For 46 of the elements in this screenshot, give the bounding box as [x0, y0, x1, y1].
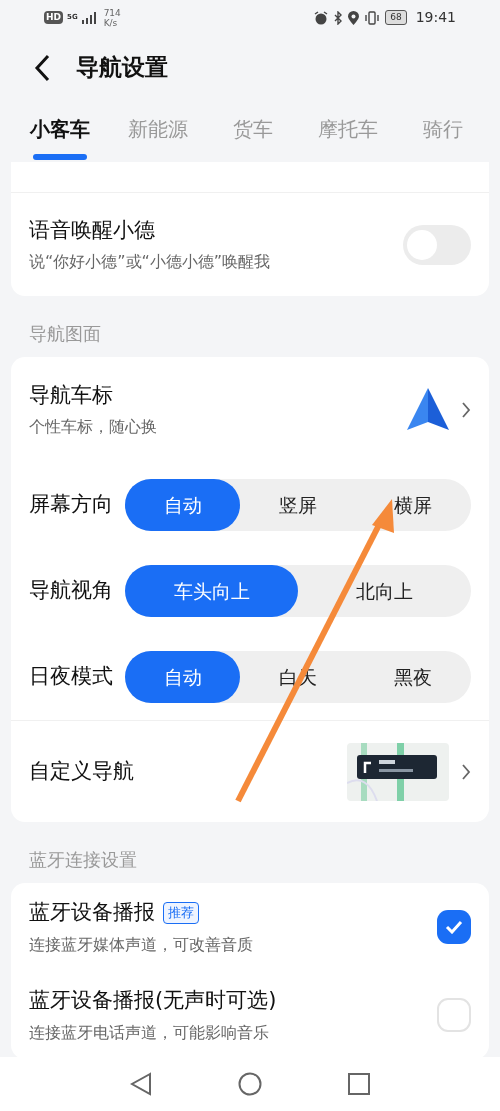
segment-option[interactable]: 横屏: [355, 479, 471, 531]
setting-title: 导航视角: [29, 577, 113, 605]
checkbox[interactable]: [437, 910, 471, 944]
setting-title: 蓝牙设备播报: [29, 899, 155, 927]
segment-option[interactable]: 车头向上: [125, 565, 298, 617]
setting-title: 导航车标: [29, 381, 114, 409]
settings-row[interactable]: 导航车标 个性车标，随心换: [11, 357, 489, 462]
clock-time: 19:41: [415, 8, 456, 27]
segment-option[interactable]: 黑夜: [355, 651, 471, 703]
recents-nav-icon[interactable]: [348, 1073, 370, 1095]
speed-value: 714: [103, 7, 121, 18]
setting-subtitle: 说“你好小德”或“小德小德”唤醒我: [29, 251, 271, 274]
setting-title: 日夜模式: [29, 663, 113, 691]
chevron-right-icon: [461, 762, 471, 781]
segment-option[interactable]: 北向上: [298, 565, 471, 617]
segment-option[interactable]: 自动: [125, 651, 241, 703]
home-nav-icon[interactable]: [238, 1072, 262, 1096]
setting-subtitle: 连接蓝牙媒体声道，可改善音质: [29, 933, 253, 956]
section-label: 导航图面: [28, 322, 102, 346]
setting-title: 语音唤醒小德: [29, 216, 156, 244]
vehicle-tab[interactable]: 小客车: [30, 114, 90, 160]
chevron-right-icon: [461, 400, 471, 419]
settings-row[interactable]: 自定义导航: [11, 720, 489, 822]
checkbox[interactable]: [437, 998, 471, 1032]
setting-subtitle: 连接蓝牙电话声道，可能影响音乐: [29, 1021, 270, 1044]
navigation-arrow-icon: [407, 387, 449, 432]
setting-title: 蓝牙设备播报(无声时可选): [29, 987, 277, 1015]
bluetooth-icon: [333, 10, 344, 25]
check-icon: [445, 920, 463, 934]
segment-option[interactable]: 竖屏: [240, 479, 356, 531]
speed-unit: K/s: [103, 17, 119, 28]
location-icon: [348, 10, 360, 25]
back-icon: [34, 53, 50, 82]
segment-option[interactable]: 自动: [125, 479, 241, 531]
alarm-icon: [314, 10, 329, 25]
setting-title: 自定义导航: [29, 757, 134, 785]
signal-icon: [81, 11, 96, 24]
page-title: 导航设置: [76, 53, 168, 83]
back-nav-icon[interactable]: [130, 1072, 152, 1096]
setting-title: 屏幕方向: [29, 491, 113, 519]
hd-indicator: HD: [44, 10, 63, 25]
setting-subtitle: 个性车标，随心换: [29, 416, 157, 439]
vibrate-icon: [364, 10, 381, 25]
battery-indicator: 68: [385, 9, 407, 26]
section-label: 蓝牙连接设置: [28, 848, 138, 872]
recommend-badge: 推荐: [163, 902, 199, 924]
